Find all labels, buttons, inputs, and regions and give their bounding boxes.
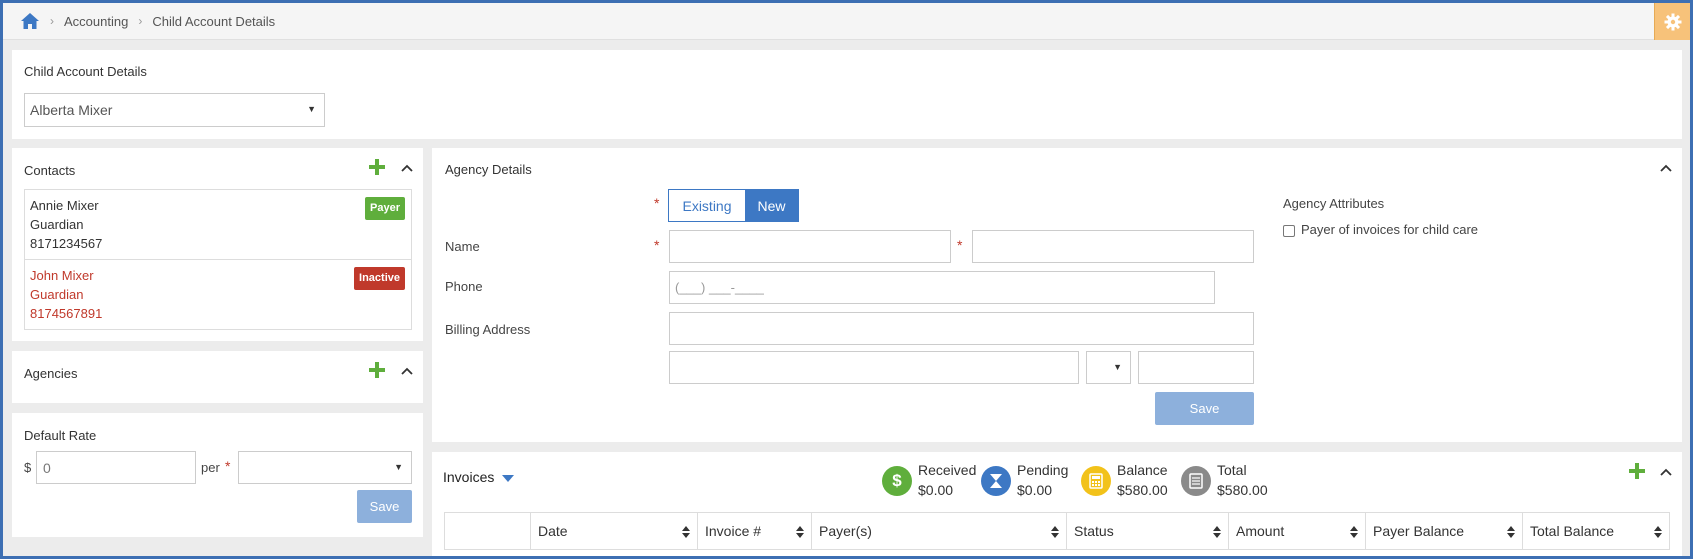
inactive-badge: Inactive <box>354 267 405 290</box>
column-header-select <box>444 512 531 550</box>
breadcrumb-current: Child Account Details <box>152 13 276 29</box>
settings-button[interactable] <box>1654 3 1690 40</box>
existing-option[interactable]: Existing <box>669 190 745 221</box>
column-header-date[interactable]: Date <box>530 512 698 550</box>
stat-value: $580.00 <box>1217 482 1268 498</box>
sort-icon <box>682 526 690 538</box>
state-select[interactable]: ▼ <box>1086 351 1131 384</box>
list-item[interactable]: John Mixer Guardian 8174567891 Inactive <box>25 259 411 329</box>
column-header-status[interactable]: Status <box>1066 512 1229 550</box>
contact-phone: 8174567891 <box>30 306 103 321</box>
stat-label: Total <box>1217 462 1247 478</box>
stat-value: $580.00 <box>1117 482 1168 498</box>
phone-placeholder: (___) ___-____ <box>675 280 764 295</box>
zip-input[interactable] <box>1138 351 1254 384</box>
required-marker: * <box>654 195 660 211</box>
phone-input[interactable]: (___) ___-____ <box>669 271 1215 304</box>
billing-address-label: Billing Address <box>445 322 531 337</box>
sort-icon <box>1507 526 1515 538</box>
stat-label: Balance <box>1117 462 1168 478</box>
first-name-input[interactable] <box>669 230 951 263</box>
sort-icon <box>1213 526 1221 538</box>
add-invoice-icon[interactable] <box>1629 463 1645 479</box>
panel-title: Default Rate <box>24 428 97 443</box>
agency-mode-toggle: Existing New <box>668 189 799 222</box>
contacts-panel: Contacts Annie Mixer Guardian 8171234567… <box>12 148 423 341</box>
add-contact-icon[interactable] <box>369 159 385 175</box>
phone-label: Phone <box>445 279 483 294</box>
invoices-panel: Invoices $ Received $0.00 Pending $0.00 … <box>432 452 1682 559</box>
contact-list: Annie Mixer Guardian 8171234567 Payer Jo… <box>24 189 412 330</box>
currency-symbol: $ <box>24 460 32 475</box>
sort-icon <box>1654 526 1662 538</box>
list-item[interactable]: Annie Mixer Guardian 8171234567 Payer <box>25 190 411 259</box>
agencies-panel: Agencies <box>12 351 423 403</box>
agency-details-panel: Agency Details * Existing New Name * * P… <box>432 148 1682 442</box>
contact-name: Annie Mixer <box>30 198 99 213</box>
street-input[interactable] <box>669 312 1254 345</box>
required-marker: * <box>225 458 231 474</box>
panel-title: Contacts <box>24 163 76 178</box>
agency-attributes-title: Agency Attributes <box>1283 196 1385 211</box>
stat-label: Pending <box>1017 462 1069 478</box>
stat-label: Received <box>918 462 977 478</box>
dollar-icon: $ <box>882 466 912 496</box>
panel-title: Agency Details <box>445 162 532 177</box>
rate-input[interactable]: 0 <box>36 451 196 484</box>
panel-title: Child Account Details <box>24 64 147 79</box>
chevron-right-icon: › <box>50 14 54 28</box>
default-rate-panel: Default Rate $ 0 per * ▼ Save <box>12 413 423 537</box>
caret-down-icon[interactable] <box>502 475 514 483</box>
stat-value: $0.00 <box>918 482 954 498</box>
collapse-chevron-icon[interactable] <box>400 163 414 173</box>
sort-icon <box>1051 526 1059 538</box>
invoices-title[interactable]: Invoices <box>443 469 494 485</box>
sort-icon <box>1350 526 1358 538</box>
per-label: per <box>201 460 220 475</box>
payer-checkbox-label: Payer of invoices for child care <box>1301 222 1479 237</box>
caret-down-icon: ▼ <box>1113 362 1122 372</box>
breadcrumb-accounting[interactable]: Accounting <box>64 14 128 29</box>
gear-icon <box>1664 13 1681 30</box>
name-label: Name <box>445 239 480 254</box>
payer-checkbox[interactable] <box>1283 225 1295 237</box>
new-option[interactable]: New <box>745 190 798 221</box>
city-input[interactable] <box>669 351 1079 384</box>
hourglass-icon <box>981 466 1011 496</box>
calculator-icon <box>1081 466 1111 496</box>
required-marker: * <box>654 237 660 253</box>
child-select[interactable]: Alberta Mixer ▼ <box>24 93 325 127</box>
chevron-right-icon: › <box>138 14 143 28</box>
column-header-total-balance[interactable]: Total Balance <box>1522 512 1670 550</box>
breadcrumb: › Accounting › Child Account Details <box>3 3 1690 40</box>
panel-title: Agencies <box>24 366 78 381</box>
contact-phone: 8171234567 <box>30 236 103 251</box>
payer-badge: Payer <box>365 197 405 220</box>
contact-role: Guardian <box>30 217 84 232</box>
table-header-row: Date Invoice # Payer(s) Status Amount Pa… <box>444 512 1670 550</box>
column-header-payer-balance[interactable]: Payer Balance <box>1365 512 1523 550</box>
ledger-icon <box>1181 466 1211 496</box>
rate-input-value: 0 <box>43 460 51 476</box>
child-select-value: Alberta Mixer <box>30 102 113 118</box>
column-header-invoice-number[interactable]: Invoice # <box>697 512 812 550</box>
caret-down-icon: ▼ <box>307 104 316 114</box>
collapse-chevron-icon[interactable] <box>1659 467 1673 477</box>
column-header-payers[interactable]: Payer(s) <box>811 512 1067 550</box>
add-agency-icon[interactable] <box>369 362 385 378</box>
agency-save-button[interactable]: Save <box>1155 392 1254 425</box>
collapse-chevron-icon[interactable] <box>1659 163 1673 173</box>
required-marker: * <box>957 237 963 253</box>
sort-icon <box>796 526 804 538</box>
column-header-amount[interactable]: Amount <box>1228 512 1366 550</box>
home-icon[interactable] <box>20 12 40 30</box>
stat-value: $0.00 <box>1017 482 1053 498</box>
collapse-chevron-icon[interactable] <box>400 366 414 376</box>
rate-save-button[interactable]: Save <box>357 490 412 523</box>
last-name-input[interactable] <box>972 230 1254 263</box>
invoices-table: Date Invoice # Payer(s) Status Amount Pa… <box>444 512 1670 550</box>
child-account-panel: Child Account Details Alberta Mixer ▼ <box>12 50 1682 139</box>
caret-down-icon: ▼ <box>394 462 403 472</box>
rate-period-select[interactable]: ▼ <box>238 451 412 484</box>
